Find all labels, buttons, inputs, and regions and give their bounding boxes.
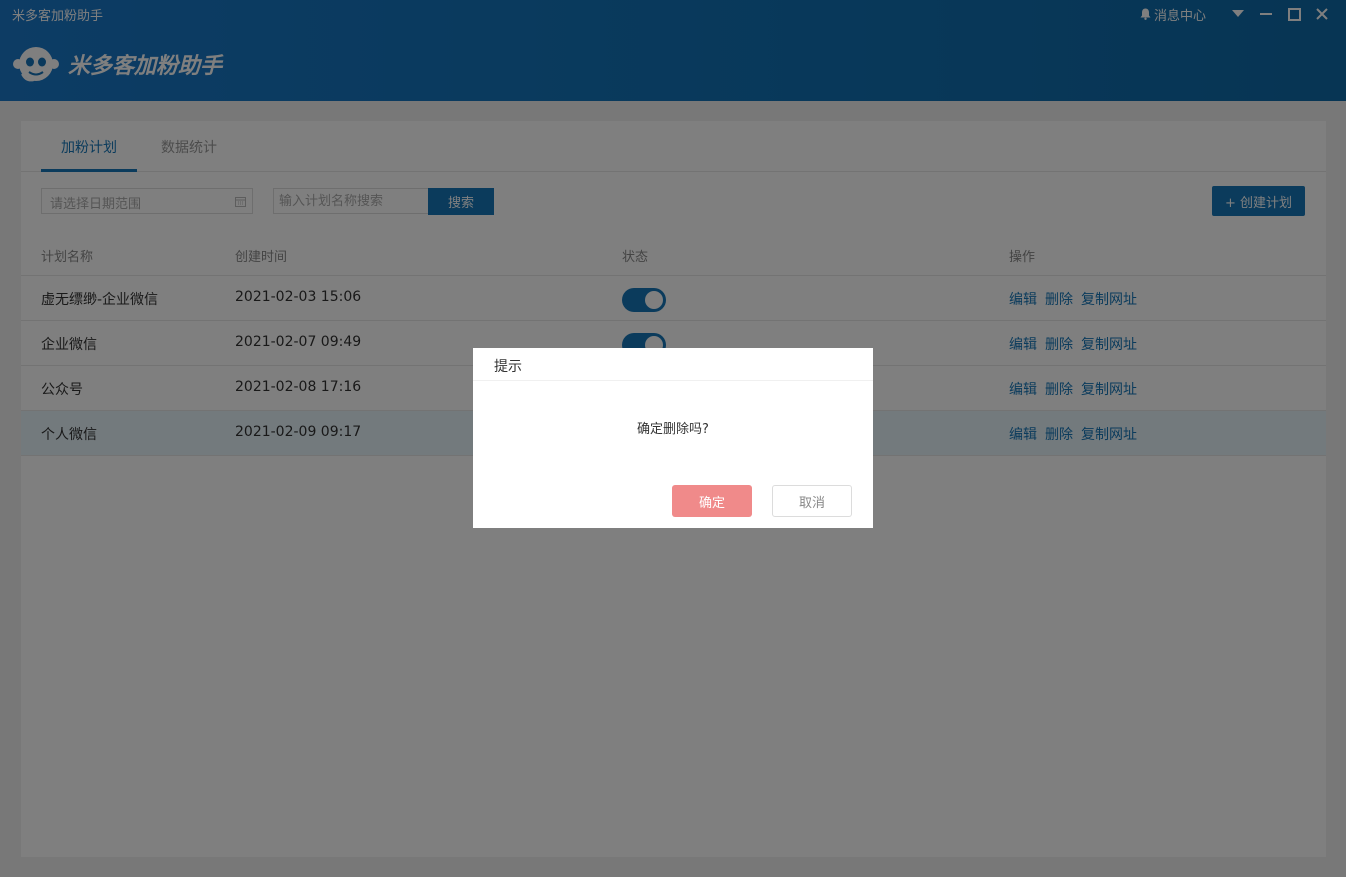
confirm-dialog: 提示 确定删除吗? 确定 取消 xyxy=(473,348,873,528)
dialog-divider xyxy=(473,380,873,381)
confirm-button[interactable]: 确定 xyxy=(672,485,752,517)
dialog-message: 确定删除吗? xyxy=(637,422,709,437)
dialog-title: 提示 xyxy=(494,359,522,375)
cancel-button[interactable]: 取消 xyxy=(772,485,852,517)
